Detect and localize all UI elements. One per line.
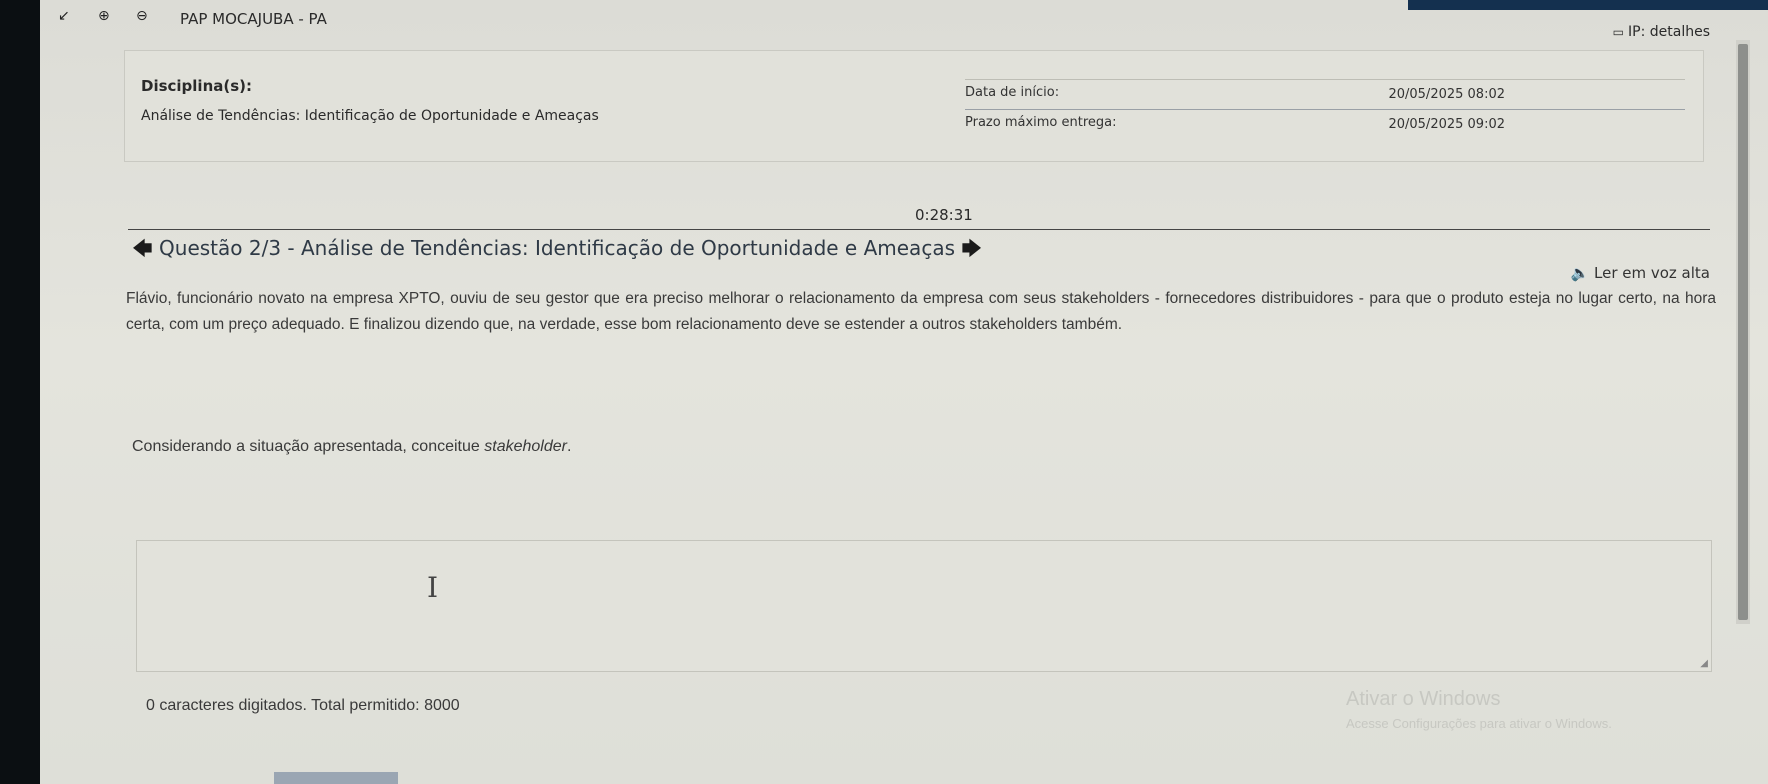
answer-textarea[interactable]: I ◢ bbox=[136, 540, 1712, 672]
scrollbar-thumb[interactable] bbox=[1738, 44, 1748, 620]
monitor-icon: ▭ bbox=[1612, 25, 1625, 39]
windows-watermark-subtitle: Acesse Configurações para ativar o Windo… bbox=[1346, 716, 1612, 731]
page-scrollbar[interactable] bbox=[1736, 40, 1750, 624]
collapse-icon[interactable]: ↙ bbox=[58, 8, 70, 24]
windows-watermark-title: Ativar o Windows bbox=[1346, 688, 1501, 710]
resize-handle-icon[interactable]: ◢ bbox=[1700, 658, 1708, 669]
question-title-bar: 🡄 Questão 2/3 - Análise de Tendências: I… bbox=[132, 234, 982, 268]
disciplina-label: Disciplina(s): bbox=[141, 77, 253, 95]
arrow-right-icon[interactable]: 🡆 bbox=[961, 236, 982, 260]
question-title: Questão 2/3 - Análise de Tendências: Ide… bbox=[159, 236, 955, 260]
start-date-label: Data de início: bbox=[965, 85, 1060, 100]
submit-button-partial[interactable] bbox=[274, 772, 398, 784]
arrow-left-icon[interactable]: 🡄 bbox=[132, 236, 153, 260]
ip-details-label: IP: detalhes bbox=[1628, 24, 1710, 40]
prompt-term: stakeholder bbox=[484, 438, 567, 455]
start-date-row: Data de início: 20/05/2025 08:02 bbox=[965, 79, 1685, 106]
read-aloud-button[interactable]: 🔈 Ler em voz alta bbox=[1571, 264, 1710, 282]
speaker-icon: 🔈 bbox=[1570, 264, 1590, 282]
countdown-timer: 0:28:31 bbox=[915, 206, 973, 224]
exam-info-panel: Disciplina(s): Análise de Tendências: Id… bbox=[124, 50, 1704, 162]
deadline-label: Prazo máximo entrega: bbox=[965, 115, 1117, 130]
question-body: Flávio, funcionário novato na empresa XP… bbox=[126, 290, 1716, 333]
deadline-row: Prazo máximo entrega: 20/05/2025 09:02 bbox=[965, 109, 1685, 136]
site-title: PAP MOCAJUBA - PA bbox=[180, 10, 327, 28]
deadline-value: 20/05/2025 09:02 bbox=[1388, 117, 1505, 132]
exam-screen: ↙ ⊕ ⊖ PAP MOCAJUBA - PA ▭ IP: detalhes Di… bbox=[40, 0, 1768, 784]
question-prompt: Considerando a situação apresentada, con… bbox=[132, 438, 571, 456]
ip-details-link[interactable]: ▭ IP: detalhes bbox=[1613, 24, 1710, 40]
disciplina-name: Análise de Tendências: Identificação de … bbox=[141, 108, 599, 124]
toolbar: ↙ ⊕ ⊖ PAP MOCAJUBA - PA ▭ IP: detalhes bbox=[40, 0, 1768, 40]
prompt-suffix: . bbox=[566, 438, 572, 455]
zoom-out-icon[interactable]: ⊖ bbox=[136, 8, 148, 24]
divider bbox=[128, 229, 1710, 230]
start-date-value: 20/05/2025 08:02 bbox=[1388, 87, 1505, 102]
text-cursor-icon: I bbox=[427, 571, 439, 604]
char-count: 0 caracteres digitados. Total permitido:… bbox=[146, 697, 460, 714]
prompt-prefix: Considerando a situação apresentada, con… bbox=[132, 438, 485, 455]
read-aloud-label: Ler em voz alta bbox=[1594, 264, 1710, 282]
zoom-in-icon[interactable]: ⊕ bbox=[98, 8, 110, 24]
